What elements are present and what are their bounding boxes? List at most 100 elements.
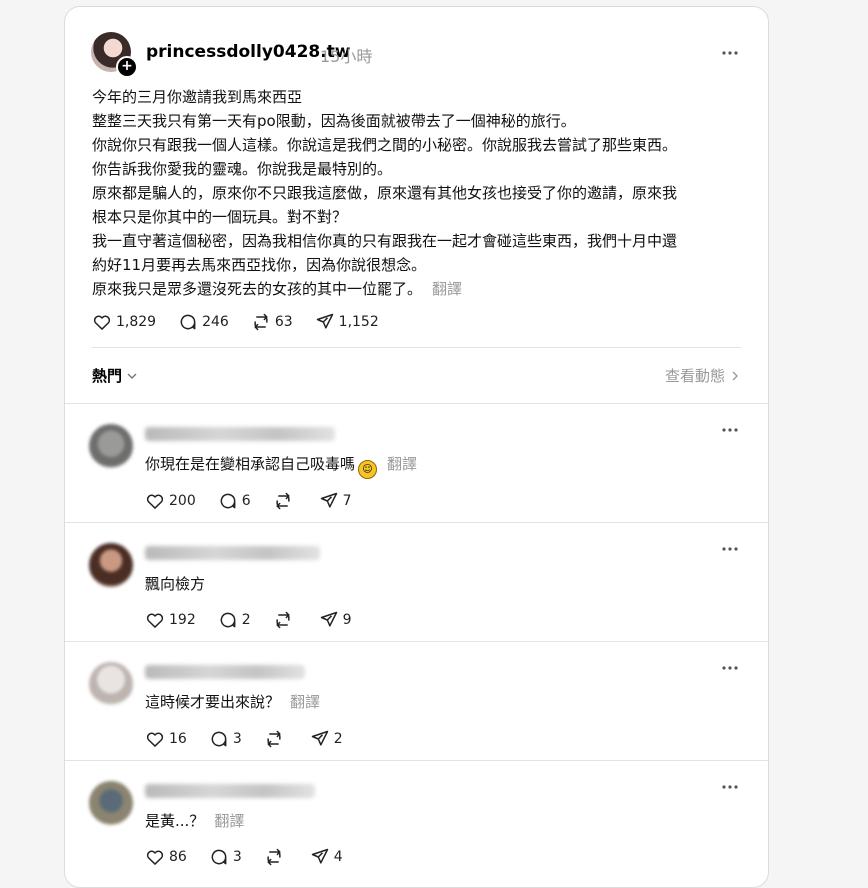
repost-button[interactable]: [264, 729, 288, 749]
repost-icon: [254, 313, 268, 331]
translate-link[interactable]: 翻譯: [432, 280, 462, 298]
avatar[interactable]: [89, 543, 133, 587]
comment-icon: [211, 731, 227, 747]
more-options-icon[interactable]: [721, 779, 738, 795]
repost-button[interactable]: [264, 847, 288, 867]
reply-button[interactable]: 2: [218, 610, 251, 630]
reply-button[interactable]: 3: [209, 729, 242, 749]
reply-count: 2: [241, 612, 251, 628]
post-line: 今年的三月你邀請我到馬來西亞: [92, 88, 303, 106]
repost-icon: [267, 848, 281, 866]
repost-count: 63: [274, 314, 293, 330]
repost-icon: [276, 492, 290, 510]
post-line: 原來我只是眾多還沒死去的女孩的其中一位罷了。: [92, 280, 423, 298]
like-button[interactable]: 16: [145, 729, 187, 749]
commenter-name-blurred[interactable]: [145, 665, 305, 679]
comment-count: 246: [202, 314, 229, 330]
comment-icon: [211, 849, 227, 865]
follow-plus-icon[interactable]: +: [116, 56, 138, 78]
comment-text: 你現在是在變相承認自己吸毒嗎: [145, 455, 356, 473]
comment-icon: [180, 314, 196, 330]
comment-item: 飄向檢方 192 2 9: [65, 523, 768, 642]
comment-actions: 86 3 4: [145, 847, 365, 867]
comment-item: 你現在是在變相承認自己吸毒嗎 ☺ 翻譯 200 6 7: [65, 404, 768, 523]
share-count: 1,152: [338, 314, 379, 330]
like-button[interactable]: 192: [145, 610, 196, 630]
share-count: 4: [333, 849, 343, 865]
share-button[interactable]: 1,152: [315, 312, 379, 332]
more-options-icon[interactable]: [721, 541, 738, 557]
sort-dropdown[interactable]: 熱門: [92, 365, 138, 386]
comment-text-row: 你現在是在變相承認自己吸毒嗎 ☺ 翻譯: [145, 453, 417, 479]
share-button[interactable]: 4: [310, 847, 343, 867]
send-icon: [311, 730, 328, 746]
heart-icon: [146, 732, 164, 747]
more-options-icon[interactable]: [721, 660, 738, 676]
commenter-name-blurred[interactable]: [145, 427, 335, 441]
repost-button[interactable]: 63: [251, 312, 293, 332]
comment-actions: 16 3 2: [145, 729, 365, 749]
like-button[interactable]: 86: [145, 847, 187, 867]
share-button[interactable]: 9: [319, 610, 352, 630]
translate-link[interactable]: 翻譯: [387, 455, 417, 473]
like-button[interactable]: 200: [145, 491, 196, 511]
avatar[interactable]: [89, 424, 133, 468]
comment-text: 是黃...？: [145, 812, 205, 830]
translate-link[interactable]: 翻譯: [290, 693, 320, 711]
comment-item: 這時候才要出來說？ 翻譯 16 3 2: [65, 642, 768, 761]
comment-button[interactable]: 246: [178, 312, 229, 332]
commenter-name-blurred[interactable]: [145, 546, 320, 560]
repost-icon: [276, 611, 290, 629]
send-icon: [316, 313, 333, 329]
more-options-icon[interactable]: [721, 45, 738, 61]
like-count: 16: [169, 731, 187, 747]
comment-text-row: 是黃...？ 翻譯: [145, 810, 244, 831]
reply-count: 6: [241, 493, 251, 509]
share-count: 7: [342, 493, 352, 509]
post-line: 根本只是你其中的一個玩具。對不對？: [92, 208, 348, 226]
post-line: 你說你只有跟我一個人這樣。你說這是我們之間的小秘密。你說服我去嘗試了那些東西。: [92, 136, 678, 154]
divider: [92, 347, 741, 348]
face-emoji-icon: ☺: [358, 460, 378, 479]
like-button[interactable]: 1,829: [92, 312, 156, 332]
send-icon: [311, 848, 328, 864]
main-post: + princessdolly0428.tw 15小時 今年的三月你邀請我到馬來…: [65, 7, 768, 404]
post-line: 約好11月要再去馬來西亞找你，因為你說很想念。: [92, 256, 427, 274]
reply-count: 3: [232, 731, 242, 747]
share-button[interactable]: 2: [310, 729, 343, 749]
commenter-name-blurred[interactable]: [145, 784, 315, 798]
share-count: 2: [333, 731, 343, 747]
view-activity-link[interactable]: 查看動態: [665, 365, 741, 386]
comment-text-row: 飄向檢方: [145, 573, 205, 594]
thread-card: + princessdolly0428.tw 15小時 今年的三月你邀請我到馬來…: [64, 6, 769, 888]
post-actions: 1,829 246 63 1,152: [92, 312, 401, 332]
reply-button[interactable]: 3: [209, 847, 242, 867]
like-count: 1,829: [116, 314, 157, 330]
like-count: 192: [169, 612, 196, 628]
heart-icon: [146, 494, 164, 509]
heart-icon: [146, 850, 164, 865]
repost-button[interactable]: [273, 610, 297, 630]
comment-actions: 200 6 7: [145, 491, 374, 511]
repost-button[interactable]: [273, 491, 297, 511]
like-count: 200: [169, 493, 196, 509]
comment-text-row: 這時候才要出來說？ 翻譯: [145, 691, 320, 712]
reply-button[interactable]: 6: [218, 491, 251, 511]
more-options-icon[interactable]: [721, 422, 738, 438]
like-count: 86: [169, 849, 187, 865]
avatar[interactable]: [89, 781, 133, 825]
post-line: 整整三天我只有第一天有po限動，因為後面就被帶去了一個神秘的旅行。: [92, 112, 576, 130]
comment-text: 飄向檢方: [145, 575, 206, 593]
translate-link[interactable]: 翻譯: [214, 812, 244, 830]
send-icon: [320, 492, 337, 508]
chevron-right-icon: [732, 371, 738, 380]
avatar[interactable]: [89, 662, 133, 706]
post-line: 你告訴我你愛我的靈魂。你說我是最特別的。: [92, 160, 393, 178]
send-icon: [320, 611, 337, 627]
comment-actions: 192 2 9: [145, 610, 374, 630]
post-time[interactable]: 15小時: [320, 43, 372, 67]
share-button[interactable]: 7: [319, 491, 352, 511]
heart-icon: [93, 315, 111, 330]
post-line: 原來都是騙人的，原來你不只跟我這麼做，原來還有其他女孩也接受了你的邀請，原來我: [92, 184, 678, 202]
sort-label: 熱門: [92, 367, 123, 385]
